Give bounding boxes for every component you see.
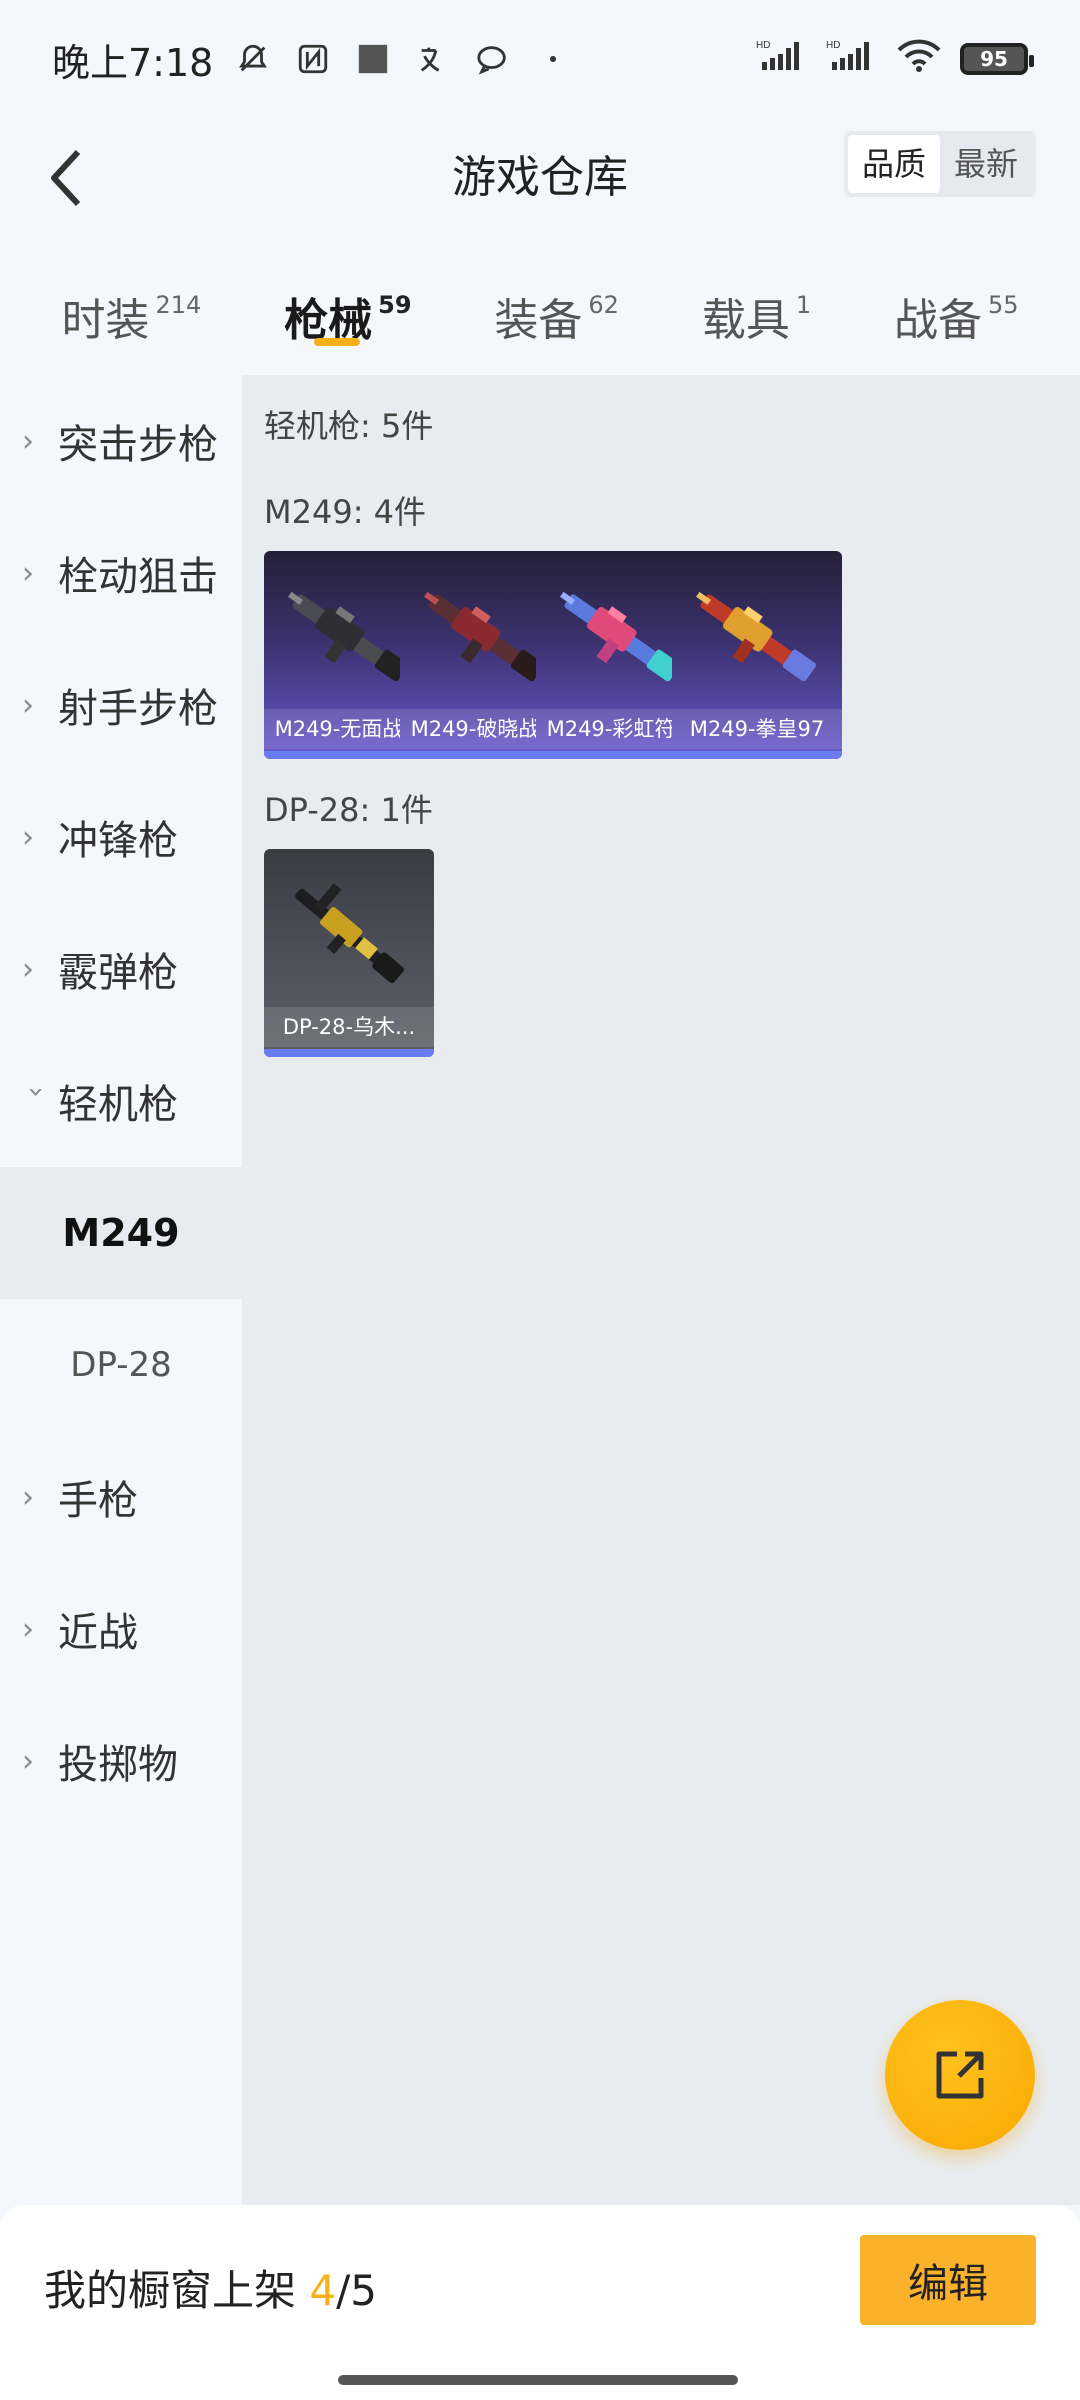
dot-icon — [533, 39, 573, 79]
sidebar-item-throwables[interactable]: › 投掷物 — [0, 1695, 242, 1827]
tab-firearms[interactable]: 枪械 59 — [274, 250, 421, 360]
sidebar-item-smg[interactable]: › 冲锋枪 — [0, 771, 242, 903]
tab-count: 214 — [155, 291, 202, 319]
signal-hd-icon: HD — [826, 37, 878, 81]
tab-count: 62 — [588, 291, 619, 319]
tab-supplies[interactable]: 战备 55 — [884, 250, 1029, 360]
sidebar-item-label: 投掷物 — [58, 1742, 178, 1788]
sidebar-subitem-dp28[interactable]: DP-28 — [0, 1299, 242, 1431]
showcase-label: 我的橱窗上架 — [44, 2266, 297, 2315]
tab-equipment[interactable]: 装备 62 — [484, 250, 629, 360]
svg-text:HD: HD — [826, 40, 840, 51]
sidebar-item-label: 手枪 — [58, 1478, 138, 1524]
sidebar-subitem-m249[interactable]: M249 — [0, 1167, 242, 1299]
chevron-right-icon: › — [22, 1479, 34, 1515]
tab-count: 55 — [987, 291, 1019, 319]
sidebar-item-shotgun[interactable]: › 霰弹枪 — [0, 903, 242, 1035]
square-icon — [353, 39, 393, 79]
tab-count: 1 — [795, 291, 812, 319]
sidebar-item-pistol[interactable]: › 手枪 — [0, 1431, 242, 1563]
share-external-icon — [936, 2051, 984, 2099]
chevron-right-icon: › — [22, 951, 34, 987]
showcase-status: 我的橱窗上架 4/5 — [44, 2257, 377, 2318]
sidebar-item-label: 冲锋枪 — [58, 818, 178, 864]
chat-icon — [473, 39, 513, 79]
home-indicator[interactable] — [338, 2375, 738, 2385]
header: 游戏仓库 品质 最新 — [0, 118, 1080, 238]
tab-active-indicator — [313, 338, 360, 346]
edit-button[interactable]: 编辑 — [860, 2235, 1036, 2325]
wifi-icon — [896, 37, 942, 81]
chevron-right-icon: › — [22, 555, 34, 591]
sidebar-item-label: 近战 — [58, 1610, 138, 1656]
group-title-m249: M249: 4件 — [264, 493, 427, 531]
item-card[interactable]: DP-28-乌木... — [264, 849, 434, 1057]
sidebar-item-melee[interactable]: › 近战 — [0, 1563, 242, 1695]
signal-hd-icon: HD — [756, 37, 808, 81]
item-grid-panel: 轻机枪: 5件 M249: 4件 M249-无面战... M249-破晓战...… — [242, 375, 1080, 2205]
chevron-right-icon: › — [22, 1611, 34, 1647]
showcase-current-count: 4 — [309, 2266, 337, 2315]
sort-quality-option[interactable]: 品质 — [847, 135, 940, 193]
tab-label: 时装 — [61, 295, 150, 346]
chevron-right-icon: › — [22, 1743, 34, 1779]
item-card[interactable]: M249-拳皇97 — [672, 551, 842, 759]
chevron-right-icon: › — [22, 819, 34, 855]
bell-muted-icon — [233, 39, 273, 79]
item-name: DP-28-乌木... — [264, 1007, 434, 1047]
chevron-down-icon: › — [20, 1086, 54, 1098]
showcase-bar: 我的橱窗上架 4/5 编辑 — [0, 2205, 1080, 2400]
tab-count: 59 — [378, 291, 412, 319]
tab-fashion[interactable]: 时装 214 — [51, 250, 211, 360]
sidebar-item-label: 栓动狙击 — [58, 554, 218, 600]
item-name: M249-拳皇97 — [672, 709, 842, 749]
sidebar-item-marksman-rifle[interactable]: › 射手步枪 — [0, 639, 242, 771]
sidebar-item-label: 轻机枪 — [58, 1082, 178, 1128]
tab-vehicles[interactable]: 载具 1 — [692, 250, 821, 360]
group-title-dp28: DP-28: 1件 — [264, 791, 433, 829]
status-bar: 晚上7:18 HD HD 95 — [0, 0, 1080, 118]
sidebar-item-lmg[interactable]: › 轻机枪 — [0, 1035, 242, 1167]
rarity-bar — [672, 751, 842, 759]
chevron-right-icon: › — [22, 687, 34, 723]
tab-label: 战备 — [893, 295, 982, 346]
svg-text:HD: HD — [756, 40, 770, 51]
share-button[interactable] — [885, 2000, 1035, 2150]
category-summary: 轻机枪: 5件 — [264, 407, 434, 445]
tab-label: 载具 — [701, 295, 790, 346]
lmg-weapon-icon — [696, 591, 816, 682]
sidebar-item-label: 突击步枪 — [58, 422, 218, 468]
sort-newest-option[interactable]: 最新 — [940, 135, 1032, 193]
showcase-total-count: /5 — [336, 2266, 377, 2315]
sidebar-item-label: 射手步枪 — [58, 686, 218, 732]
battery-icon: 95 — [960, 43, 1034, 75]
lmg-weapon-icon — [295, 883, 404, 984]
tab-label: 装备 — [494, 295, 583, 346]
sidebar-item-bolt-sniper[interactable]: › 栓动狙击 — [0, 507, 242, 639]
status-time: 晚上7:18 — [52, 40, 214, 85]
sidebar-item-assault-rifle[interactable]: › 突击步枪 — [0, 375, 242, 507]
category-sidebar: › 突击步枪 › 栓动狙击 › 射手步枪 › 冲锋枪 › 霰弹枪 › 轻机枪 M249 DP… — [0, 375, 242, 2205]
chevron-right-icon: › — [22, 423, 34, 459]
sort-toggle: 品质 最新 — [843, 131, 1036, 197]
sidebar-item-label: 霰弹枪 — [58, 950, 178, 996]
rarity-bar — [264, 1049, 434, 1057]
category-tabs: 时装 214 枪械 59 装备 62 载具 1 战备 55 — [0, 250, 1080, 360]
translate-icon — [413, 39, 453, 79]
nfc-icon — [293, 39, 333, 79]
